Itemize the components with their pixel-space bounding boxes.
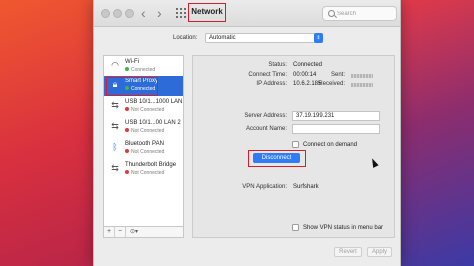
service-name: USB 10/1...00 LAN 2 [125,120,181,126]
desktop-wallpaper-left [0,0,100,266]
service-details-panel: Status: Connected Connect Time: 00:00:14… [192,55,395,238]
status-dot-green [125,67,129,71]
search-field[interactable] [322,6,397,21]
search-icon [328,10,335,17]
search-input[interactable] [337,7,395,20]
ethernet-icon: ⇆ [111,121,119,131]
minimize-button[interactable] [113,9,122,18]
status-dot-red [125,170,129,174]
add-service-button[interactable]: + [104,227,115,237]
action-menu-button[interactable]: ⊙▾ [126,227,142,237]
connect-time-value: 00:00:14 [293,72,317,78]
title-bar: ‹ › Network [94,0,400,27]
service-status: Not Connected [131,128,165,134]
disconnect-highlight-box: Disconnect [248,150,306,167]
thunderbolt-icon: ⇆ [111,163,119,173]
service-item-bluetooth-pan[interactable]: ᛒ Bluetooth PAN Not Connected [104,139,183,159]
forward-arrow-icon[interactable]: › [157,5,162,21]
service-status: Connected [131,67,156,73]
server-address-label: Server Address: [244,113,287,119]
connect-on-demand-label: Connect on demand [303,142,358,148]
account-name-label: Account Name: [245,126,287,132]
wifi-icon: ◠ [111,60,119,70]
service-status: Not Connected [131,107,165,113]
account-name-field[interactable] [292,124,380,134]
show-vpn-status-checkbox[interactable] [292,224,299,231]
highlight-box [106,77,158,96]
service-status: Not Connected [131,170,165,176]
close-button[interactable] [101,9,110,18]
back-arrow-icon[interactable]: ‹ [141,5,146,21]
status-dot-red [125,149,129,153]
show-all-grid-icon[interactable] [176,8,186,18]
bluetooth-icon: ᛒ [112,142,118,152]
location-label: Location: [173,35,198,41]
service-status: Not Connected [131,149,165,155]
service-name: Bluetooth PAN [125,141,164,147]
status-value: Connected [293,62,323,68]
received-meter [351,83,373,87]
service-list: ◠ Wi-Fi Connected 🔒︎ Smart Proxy Connect… [103,55,184,227]
sent-label: Sent: [330,72,345,78]
service-name: Wi-Fi [125,59,139,65]
vpn-application-value: Surfshark [293,184,319,190]
location-select[interactable]: Automatic ⇕ [205,33,323,43]
service-name: Thunderbolt Bridge [125,162,177,168]
status-label: Status: [268,62,287,68]
service-list-toolbar: + − ⊙▾ [103,227,184,238]
ethernet-icon: ⇆ [111,100,119,110]
service-item-smart-proxy[interactable]: 🔒︎ Smart Proxy Connected [104,76,183,96]
zoom-button[interactable] [125,9,134,18]
service-item-usb-lan-1[interactable]: ⇆ USB 10/1...1000 LAN Not Connected [104,97,183,117]
status-dot-red [125,128,129,132]
window-title: Network [188,3,226,22]
service-name: USB 10/1...1000 LAN [125,99,183,105]
ip-address-label: IP Address: [256,81,287,87]
service-item-thunderbolt-bridge[interactable]: ⇆ Thunderbolt Bridge Not Connected [104,160,183,180]
connect-time-label: Connect Time: [248,72,287,78]
network-preferences-window: ‹ › Network Location: Automatic ⇕ ◠ Wi-F… [93,0,401,266]
remove-service-button[interactable]: − [115,227,126,237]
show-vpn-status-label: Show VPN status in menu bar [303,225,384,231]
apply-button[interactable]: Apply [367,247,392,257]
connect-on-demand-checkbox[interactable] [292,141,299,148]
disconnect-button[interactable]: Disconnect [253,153,300,163]
revert-button[interactable]: Revert [334,247,362,257]
service-item-usb-lan-2[interactable]: ⇆ USB 10/1...00 LAN 2 Not Connected [104,118,183,138]
desktop-wallpaper-right [398,0,474,266]
service-item-wifi[interactable]: ◠ Wi-Fi Connected [104,57,183,77]
ip-address-value: 10.6.2.185 [293,81,322,87]
status-dot-red [125,107,129,111]
vpn-application-label: VPN Application: [242,184,287,190]
server-address-field[interactable]: 37.19.199.231 [292,111,380,121]
location-value: Automatic [209,35,236,41]
received-label: Received: [318,81,345,87]
sent-meter [351,74,373,78]
chevron-updown-icon: ⇕ [314,33,323,43]
